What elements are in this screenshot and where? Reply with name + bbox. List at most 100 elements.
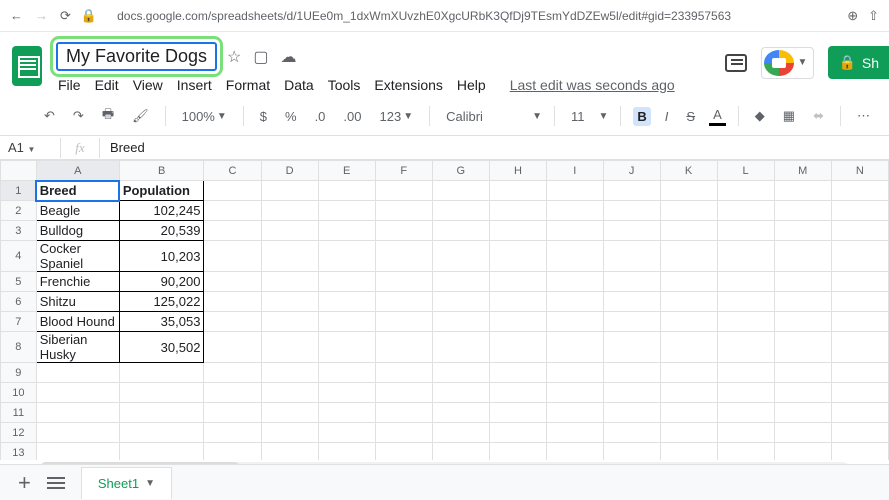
number-format-select[interactable]: 123▼ xyxy=(375,107,417,126)
cell[interactable] xyxy=(717,443,774,461)
cell[interactable] xyxy=(375,423,432,443)
cell[interactable] xyxy=(547,363,604,383)
cell[interactable] xyxy=(318,423,375,443)
cell[interactable] xyxy=(831,272,888,292)
cell[interactable] xyxy=(547,312,604,332)
row-header[interactable]: 1 xyxy=(1,181,37,201)
cell[interactable] xyxy=(717,312,774,332)
cell[interactable] xyxy=(660,383,717,403)
cell[interactable] xyxy=(261,403,318,423)
cell[interactable] xyxy=(489,403,546,423)
cell[interactable] xyxy=(432,423,489,443)
cell[interactable] xyxy=(204,221,261,241)
cell[interactable] xyxy=(261,181,318,201)
cell[interactable] xyxy=(489,443,546,461)
merge-button[interactable]: ⬌ xyxy=(809,106,828,126)
font-family-select[interactable]: Calibri xyxy=(442,107,522,126)
document-title-input[interactable]: My Favorite Dogs xyxy=(56,42,217,71)
cell[interactable] xyxy=(547,201,604,221)
cell[interactable] xyxy=(603,201,660,221)
cell[interactable] xyxy=(660,312,717,332)
row-header[interactable]: 2 xyxy=(1,201,37,221)
all-sheets-button[interactable] xyxy=(47,477,65,489)
spreadsheet-grid[interactable]: A B C D E F G H I J K L M N 1 Breed Popu… xyxy=(0,160,889,460)
cell[interactable] xyxy=(375,332,432,363)
col-header[interactable]: E xyxy=(318,161,375,181)
cell[interactable] xyxy=(432,292,489,312)
cell[interactable]: Blood Hound xyxy=(36,312,119,332)
cell[interactable] xyxy=(489,423,546,443)
row-header[interactable]: 5 xyxy=(1,272,37,292)
cell[interactable] xyxy=(204,363,261,383)
sheets-logo-icon[interactable] xyxy=(12,46,42,86)
cell[interactable] xyxy=(660,201,717,221)
cell[interactable] xyxy=(831,221,888,241)
cell[interactable] xyxy=(261,332,318,363)
cell[interactable] xyxy=(318,181,375,201)
cell[interactable] xyxy=(489,221,546,241)
cell[interactable] xyxy=(261,423,318,443)
cell[interactable] xyxy=(774,201,831,221)
cell[interactable] xyxy=(489,363,546,383)
cell[interactable]: 20,539 xyxy=(119,221,204,241)
cell[interactable] xyxy=(204,423,261,443)
cell[interactable] xyxy=(774,312,831,332)
cell[interactable] xyxy=(318,443,375,461)
cell[interactable] xyxy=(375,292,432,312)
cell[interactable]: Breed xyxy=(36,181,119,201)
row-header[interactable]: 9 xyxy=(1,363,37,383)
cell[interactable] xyxy=(603,443,660,461)
cell[interactable] xyxy=(717,241,774,272)
cell[interactable] xyxy=(375,443,432,461)
cell[interactable] xyxy=(603,292,660,312)
cell[interactable]: Frenchie xyxy=(36,272,119,292)
cell[interactable] xyxy=(831,423,888,443)
cell[interactable] xyxy=(375,221,432,241)
cell[interactable] xyxy=(204,312,261,332)
forward-icon[interactable]: → xyxy=(35,8,48,24)
cell[interactable]: 10,203 xyxy=(119,241,204,272)
cell[interactable] xyxy=(547,423,604,443)
col-header[interactable]: B xyxy=(119,161,204,181)
cell[interactable]: Bulldog xyxy=(36,221,119,241)
cell[interactable] xyxy=(831,443,888,461)
row-header[interactable]: 11 xyxy=(1,403,37,423)
cell[interactable] xyxy=(489,241,546,272)
col-header[interactable]: I xyxy=(547,161,604,181)
row-header[interactable]: 10 xyxy=(1,383,37,403)
cell[interactable] xyxy=(603,403,660,423)
cell[interactable]: Cocker Spaniel xyxy=(36,241,119,272)
cell[interactable] xyxy=(717,383,774,403)
row-header[interactable]: 12 xyxy=(1,423,37,443)
cell[interactable] xyxy=(489,383,546,403)
cell[interactable]: Siberian Husky xyxy=(36,332,119,363)
cell[interactable] xyxy=(717,423,774,443)
cell[interactable] xyxy=(774,383,831,403)
cell[interactable] xyxy=(831,383,888,403)
cell[interactable] xyxy=(717,272,774,292)
cell[interactable] xyxy=(261,201,318,221)
cell[interactable] xyxy=(660,423,717,443)
row-header[interactable]: 8 xyxy=(1,332,37,363)
meet-button[interactable]: ▼ xyxy=(761,47,815,79)
cell[interactable] xyxy=(261,272,318,292)
col-header[interactable]: F xyxy=(375,161,432,181)
cell[interactable] xyxy=(204,292,261,312)
cell[interactable] xyxy=(660,292,717,312)
menu-tools[interactable]: Tools xyxy=(328,77,361,93)
share-button[interactable]: 🔒 Sh xyxy=(828,46,889,79)
paint-format-icon[interactable]: 🖌 xyxy=(128,106,153,126)
cell[interactable] xyxy=(660,221,717,241)
cell[interactable] xyxy=(432,181,489,201)
cell[interactable]: 90,200 xyxy=(119,272,204,292)
text-color-button[interactable]: A xyxy=(709,107,726,126)
col-header[interactable]: G xyxy=(432,161,489,181)
row-header[interactable]: 7 xyxy=(1,312,37,332)
cell[interactable] xyxy=(831,312,888,332)
menu-view[interactable]: View xyxy=(133,77,163,93)
cell[interactable] xyxy=(36,363,119,383)
cell[interactable] xyxy=(318,201,375,221)
col-header[interactable]: N xyxy=(831,161,888,181)
cell[interactable] xyxy=(660,241,717,272)
cell[interactable] xyxy=(204,383,261,403)
